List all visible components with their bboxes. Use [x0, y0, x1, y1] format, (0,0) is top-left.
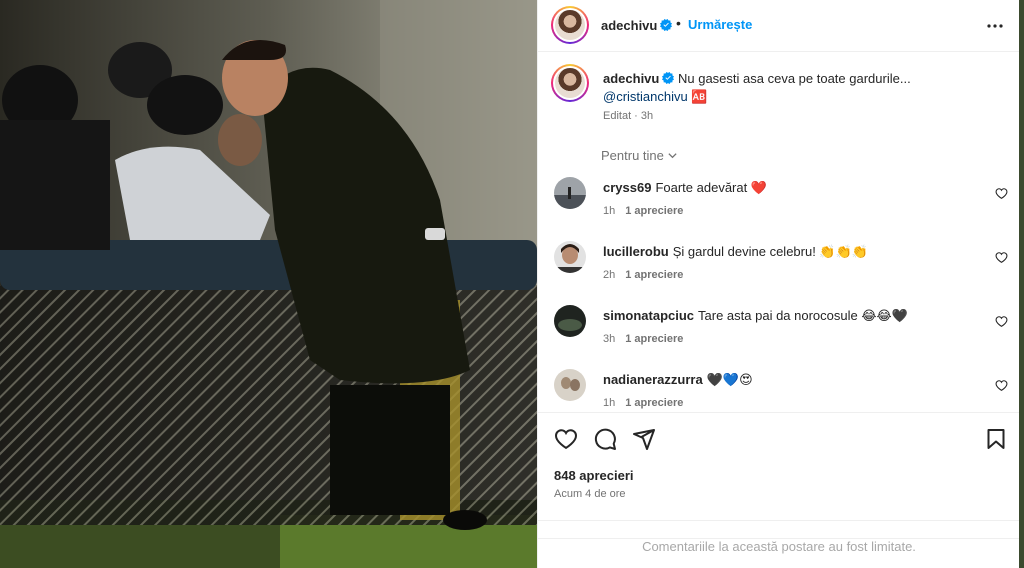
- post-time: Acum 4 de ore: [554, 488, 626, 500]
- separator-dot: •: [676, 15, 681, 31]
- post-actions: 848 aprecieri Acum 4 de ore Comentariile…: [538, 412, 1020, 568]
- comment-item: cryss69 Foarte adevărat ❤️ 1h 1 apreciere: [538, 177, 1020, 233]
- comment-sort-label: Pentru tine: [601, 148, 664, 163]
- comment-text: 🖤💙😍: [706, 372, 753, 387]
- commenter-username[interactable]: nadianerazzurra: [603, 372, 703, 387]
- edited-timestamp: Editat · 3h: [603, 110, 654, 122]
- caption-body: Nu gasesti asa ceva pe toate gardurile..…: [677, 71, 911, 86]
- heart-icon[interactable]: [995, 379, 1008, 392]
- likes-count[interactable]: 848 aprecieri: [554, 468, 634, 483]
- heart-icon[interactable]: [995, 187, 1008, 200]
- comments-limited-notice: Comentariile la această postare au fost …: [538, 538, 1020, 554]
- comment-sort-dropdown[interactable]: Pentru tine: [601, 148, 678, 163]
- chevron-down-icon: [668, 153, 677, 159]
- heart-icon[interactable]: [995, 251, 1008, 264]
- comment-text: Tare asta pai da norocosule 😂😂🖤: [698, 308, 908, 323]
- commenter-avatar[interactable]: [554, 305, 586, 337]
- comment-likes[interactable]: 1 apreciere: [625, 397, 683, 409]
- comment-likes[interactable]: 1 apreciere: [625, 333, 683, 345]
- post-sidebar: adechivu • Urmărește adechivu Nu gasesti…: [537, 0, 1020, 568]
- commenter-avatar[interactable]: [554, 241, 586, 273]
- caption-emoji: 🆎: [691, 89, 708, 104]
- bookmark-icon[interactable]: [984, 427, 1008, 451]
- commenter-username[interactable]: cryss69: [603, 180, 651, 195]
- divider: [538, 520, 1020, 521]
- comment-time: 2h: [603, 269, 616, 281]
- comment-item: lucillerobu Și gardul devine celebru! 👏👏👏…: [538, 241, 1020, 297]
- comment-time: 1h: [603, 397, 616, 409]
- commenter-avatar[interactable]: [554, 369, 586, 401]
- comment-text: Și gardul devine celebru! 👏👏👏: [672, 244, 868, 259]
- comment-likes[interactable]: 1 apreciere: [625, 205, 683, 217]
- caption-mention[interactable]: @cristianchivu: [603, 89, 688, 104]
- verified-badge-icon: [660, 19, 673, 31]
- caption-text: adechivu Nu gasesti asa ceva pe toate ga…: [603, 70, 993, 106]
- comment-likes[interactable]: 1 apreciere: [625, 269, 683, 281]
- comment-item: simonatapciuc Tare asta pai da norocosule…: [538, 305, 1020, 361]
- commenter-username[interactable]: simonatapciuc: [603, 308, 694, 323]
- like-heart-icon[interactable]: [554, 427, 578, 451]
- comment-time: 3h: [603, 333, 616, 345]
- follow-button[interactable]: Urmărește: [688, 17, 752, 32]
- comment-text: Foarte adevărat ❤️: [655, 180, 768, 195]
- heart-icon[interactable]: [995, 315, 1008, 328]
- verified-badge-icon: [662, 72, 675, 84]
- author-username[interactable]: adechivu: [601, 18, 657, 33]
- caption-username[interactable]: adechivu: [603, 71, 659, 86]
- comment-time: 1h: [603, 205, 616, 217]
- caption-author-avatar[interactable]: [551, 64, 589, 102]
- post-header: adechivu • Urmărește: [538, 0, 1020, 52]
- commenter-username[interactable]: lucillerobu: [603, 244, 669, 259]
- author-avatar[interactable]: [551, 6, 589, 44]
- comment-icon[interactable]: [593, 427, 617, 451]
- share-icon[interactable]: [632, 427, 656, 451]
- more-options-icon[interactable]: [983, 14, 1007, 38]
- background-edge: [1019, 0, 1024, 568]
- commenter-avatar[interactable]: [554, 177, 586, 209]
- post-photo[interactable]: [0, 0, 537, 568]
